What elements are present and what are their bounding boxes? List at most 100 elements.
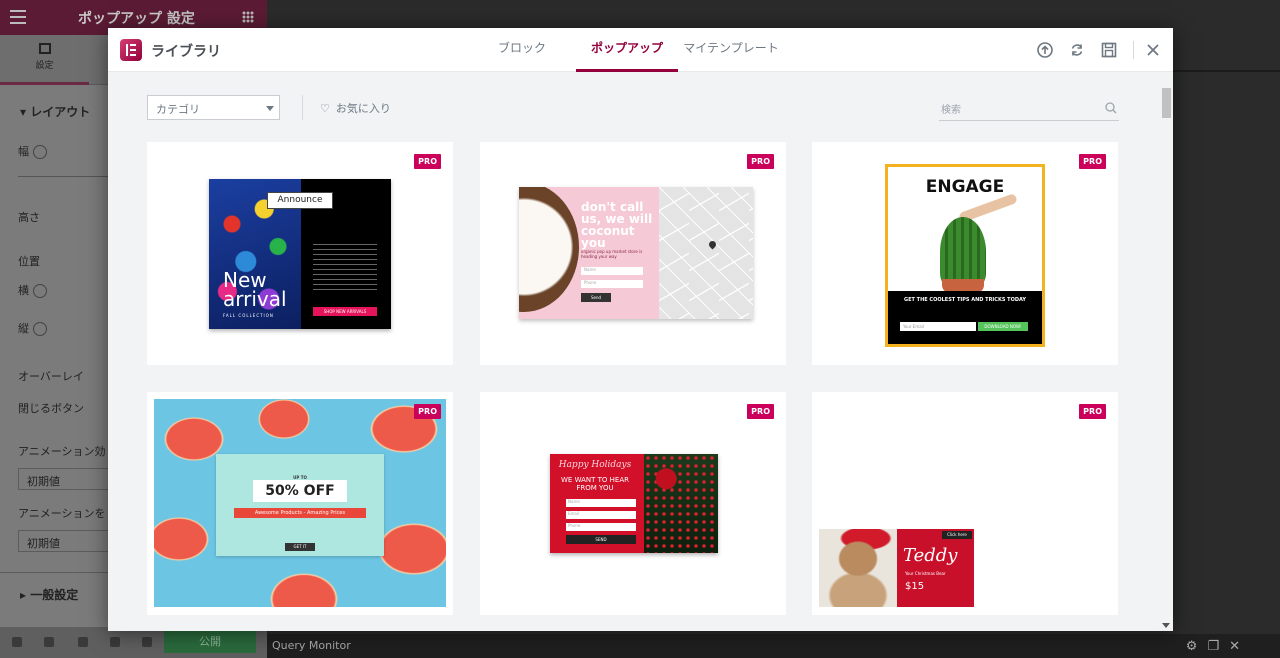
modal-header: ライブラリ ブロック ポップアップ マイテンプレート — [108, 28, 1173, 72]
hamburger-menu-icon[interactable] — [10, 10, 26, 24]
exit-animation-label: アニメーションを — [18, 507, 106, 520]
heart-icon: ♡ — [320, 102, 330, 115]
email-field: Your Email — [900, 322, 976, 331]
script-label: Happy Holidays — [558, 460, 632, 470]
template-preview: ENGAGE GET THE COOLEST TIPS AND TRICKS T… — [885, 164, 1045, 347]
width-label: 幅 — [18, 145, 29, 158]
chevron-down-icon — [266, 106, 274, 111]
settings-gear-icon[interactable] — [12, 637, 22, 647]
phone-field: Phone — [581, 280, 643, 288]
send-button: Send — [581, 293, 611, 302]
category-select-value: カテゴリ — [156, 103, 200, 116]
history-icon[interactable] — [78, 637, 88, 647]
responsive-icon[interactable] — [33, 322, 47, 336]
shop-button: SHOP NEW ARRIVALS — [313, 307, 377, 316]
navigator-icon[interactable] — [44, 637, 54, 647]
filter-divider — [302, 95, 303, 120]
template-card[interactable]: UP TO 50% OFF Awesome Products - Amazing… — [147, 392, 453, 615]
collection-label: FALL COLLECTION — [223, 313, 274, 318]
position-label: 位置 — [18, 255, 40, 268]
cactus-image — [940, 217, 986, 287]
template-preview: Announce New arrival FALL COLLECTION SHO… — [209, 179, 391, 329]
vertical-control: 縦 — [18, 320, 47, 336]
favorites-label: お気に入り — [335, 102, 391, 115]
horizontal-control: 横 — [18, 282, 47, 298]
query-monitor-controls: ⚙❐✕ — [1186, 639, 1250, 654]
close-button-label: 閉じるボタン — [18, 402, 84, 415]
elementor-logo — [120, 39, 142, 61]
exit-animation-select[interactable]: 初期値 — [18, 530, 113, 552]
tab-my-templates[interactable]: マイテンプレート — [678, 28, 784, 72]
height-label: 高さ — [18, 211, 40, 224]
close-icon[interactable]: ✕ — [1229, 639, 1250, 654]
offer-label: 50% OFF — [253, 480, 347, 502]
template-card[interactable]: PRO Happy Holidays WE WANT TO HEAR FROM … — [480, 392, 786, 615]
click-here-button: Click here — [942, 531, 972, 539]
upload-icon[interactable] — [1036, 41, 1054, 59]
arrival-label: arrival — [223, 287, 287, 311]
entrance-animation-select[interactable]: 初期値 — [18, 468, 113, 490]
divider — [1173, 70, 1280, 72]
phone-field: Phone — [566, 523, 636, 531]
pro-badge: PRO — [747, 404, 774, 419]
subline: GET THE COOLEST TIPS AND TRICKS TODAY — [904, 297, 1026, 303]
header-divider — [1133, 41, 1134, 59]
popout-icon[interactable]: ❐ — [1207, 639, 1229, 654]
section-layout[interactable]: ▾ レイアウト — [20, 103, 90, 120]
gear-icon[interactable]: ⚙ — [1186, 639, 1208, 654]
template-card[interactable]: PRO Announce New arrival FALL COLLECTION… — [147, 142, 453, 365]
search-placeholder: 検索 — [941, 105, 961, 116]
pro-badge: PRO — [1079, 404, 1106, 419]
section-general-label: 一般設定 — [30, 588, 79, 602]
body-copy — [313, 244, 377, 294]
teddy-bear-image — [819, 529, 897, 607]
editor-panel-title: ポップアップ 設定 — [78, 11, 195, 27]
subline: Your Christmas Bear — [905, 571, 946, 576]
scroll-down-arrow-icon[interactable] — [1162, 623, 1170, 628]
search-input[interactable]: 検索 — [939, 95, 1119, 121]
sync-icon[interactable] — [1068, 41, 1086, 59]
pro-badge: PRO — [414, 154, 441, 169]
overlay-label: オーバーレイ — [18, 370, 84, 383]
scrollbar-thumb[interactable] — [1162, 88, 1171, 118]
scrollbar[interactable] — [1160, 86, 1173, 631]
pro-badge: PRO — [747, 154, 774, 169]
query-monitor-label[interactable]: Query Monitor — [272, 639, 351, 652]
preview-eye-icon[interactable] — [142, 637, 152, 647]
tab-popups[interactable]: ポップアップ — [576, 28, 678, 72]
script-label: Teddy — [903, 545, 958, 566]
name-field: Name — [566, 499, 636, 507]
name-field: Name — [581, 267, 643, 275]
widgets-grid-icon[interactable] — [242, 11, 254, 23]
template-library-modal: ライブラリ ブロック ポップアップ マイテンプレート カテゴリ ♡ お気に入り 検… — [108, 28, 1173, 631]
holly-image — [644, 454, 718, 553]
headline: ENGAGE — [925, 177, 1005, 197]
download-button: DOWNLOAD NOW! — [978, 322, 1028, 331]
section-general[interactable]: ▸ 一般設定 — [20, 586, 78, 603]
save-icon[interactable] — [1100, 41, 1118, 59]
price-label: $15 — [905, 581, 925, 592]
template-card[interactable]: PRO ENGAGE GET THE COOLEST TIPS AND TRIC… — [812, 142, 1118, 365]
tab-blocks[interactable]: ブロック — [485, 28, 559, 72]
responsive-mode-icon[interactable] — [110, 637, 120, 647]
headline: WE WANT TO HEAR FROM YOU — [561, 476, 629, 492]
subline: organic pop up market store is heading y… — [581, 249, 643, 259]
template-preview: UP TO 50% OFF Awesome Products - Amazing… — [154, 399, 446, 607]
responsive-icon[interactable] — [33, 284, 47, 298]
ribbon-label: Awesome Products - Amazing Prices — [234, 508, 366, 518]
category-select[interactable]: カテゴリ — [147, 95, 280, 120]
template-card[interactable]: PRO Teddy Your Christmas Bear $15 Click … — [812, 392, 1118, 615]
responsive-icon[interactable] — [33, 145, 47, 159]
favorites-filter[interactable]: ♡ お気に入り — [320, 100, 391, 116]
announce-label: Announce — [267, 192, 333, 209]
close-icon[interactable] — [1144, 41, 1162, 59]
pro-badge: PRO — [414, 404, 441, 419]
entrance-animation-label: アニメーション効 — [18, 445, 106, 458]
template-card[interactable]: PRO don't call us, we will coconut you o… — [480, 142, 786, 365]
template-preview: don't call us, we will coconut you organ… — [519, 187, 753, 319]
width-control: 幅 — [18, 143, 47, 159]
tab-settings[interactable]: 設定 — [0, 35, 89, 85]
publish-button[interactable]: 公開 — [164, 631, 256, 653]
modal-title: ライブラリ — [151, 44, 221, 60]
tab-settings-label: 設定 — [35, 61, 54, 71]
